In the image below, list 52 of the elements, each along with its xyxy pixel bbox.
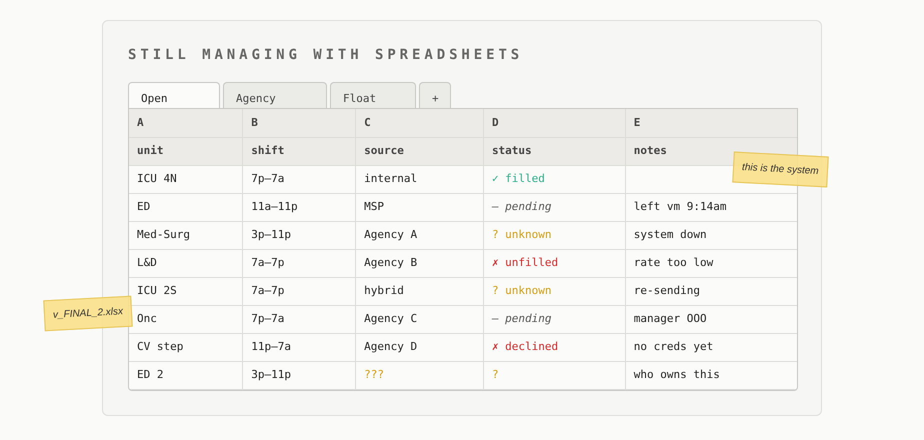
table-cell: 7a–7p bbox=[242, 249, 356, 277]
table-cell: rate too low bbox=[625, 249, 797, 277]
table-cell: Agency A bbox=[356, 221, 484, 249]
column-header: E bbox=[625, 109, 797, 137]
page-title: STILL MANAGING WITH SPREADSHEETS bbox=[128, 46, 524, 65]
table-cell: re-sending bbox=[625, 277, 797, 305]
table-cell: Agency D bbox=[356, 333, 484, 361]
sheet-tab[interactable]: Open bbox=[128, 82, 220, 108]
table-cell: who owns this bbox=[625, 361, 797, 389]
column-header: D bbox=[483, 109, 626, 137]
table-cell: 3p–11p bbox=[242, 361, 356, 389]
table-cell: Agency C bbox=[356, 305, 484, 333]
sheet-tab[interactable]: Agency bbox=[223, 82, 327, 108]
column-header: A bbox=[129, 109, 243, 137]
column-header: status bbox=[483, 137, 626, 165]
table-cell: no creds yet bbox=[625, 333, 797, 361]
table-cell: Agency B bbox=[356, 249, 484, 277]
table-cell: Med-Surg bbox=[129, 221, 243, 249]
status-text: ✗ declined bbox=[492, 340, 558, 353]
table-cell: 7p–7a bbox=[242, 165, 356, 193]
sticky-note: v_FINAL_2.xlsx bbox=[43, 296, 133, 332]
table-cell: L&D bbox=[129, 249, 243, 277]
status-text: — pending bbox=[492, 312, 552, 325]
status-text: ? bbox=[492, 368, 499, 381]
status-text: ✗ unfilled bbox=[492, 256, 558, 269]
table-cell: MSP bbox=[356, 193, 484, 221]
column-header: unit bbox=[129, 137, 243, 165]
status-text: ? unknown bbox=[492, 228, 552, 241]
table-cell: ICU 4N bbox=[129, 165, 243, 193]
column-header: C bbox=[356, 109, 484, 137]
table-cell: 3p–11p bbox=[242, 221, 356, 249]
table-cell: 7p–7a bbox=[242, 305, 356, 333]
table-cell: system down bbox=[625, 221, 797, 249]
table-cell: 11a–11p bbox=[242, 193, 356, 221]
table-cell: 7a–7p bbox=[242, 277, 356, 305]
table-cell: left vm 9:14am bbox=[625, 193, 797, 221]
sheet-tab[interactable]: Float bbox=[330, 82, 416, 108]
table-cell: internal bbox=[356, 165, 484, 193]
sheet-tab[interactable]: + bbox=[419, 82, 451, 108]
table-cell: ED 2 bbox=[129, 361, 243, 389]
table-cell: ??? bbox=[356, 361, 484, 389]
table-cell: CV step bbox=[129, 333, 243, 361]
table-cell: 11p–7a bbox=[242, 333, 356, 361]
status-text: — pending bbox=[492, 200, 552, 213]
column-header: shift bbox=[242, 137, 356, 165]
table-cell: ED bbox=[129, 193, 243, 221]
status-text: ✓ filled bbox=[492, 172, 545, 185]
status-text: ? unknown bbox=[492, 284, 552, 297]
table-cell: hybrid bbox=[356, 277, 484, 305]
column-header: source bbox=[356, 137, 484, 165]
table-cell: manager OOO bbox=[625, 305, 797, 333]
column-header: B bbox=[242, 109, 356, 137]
